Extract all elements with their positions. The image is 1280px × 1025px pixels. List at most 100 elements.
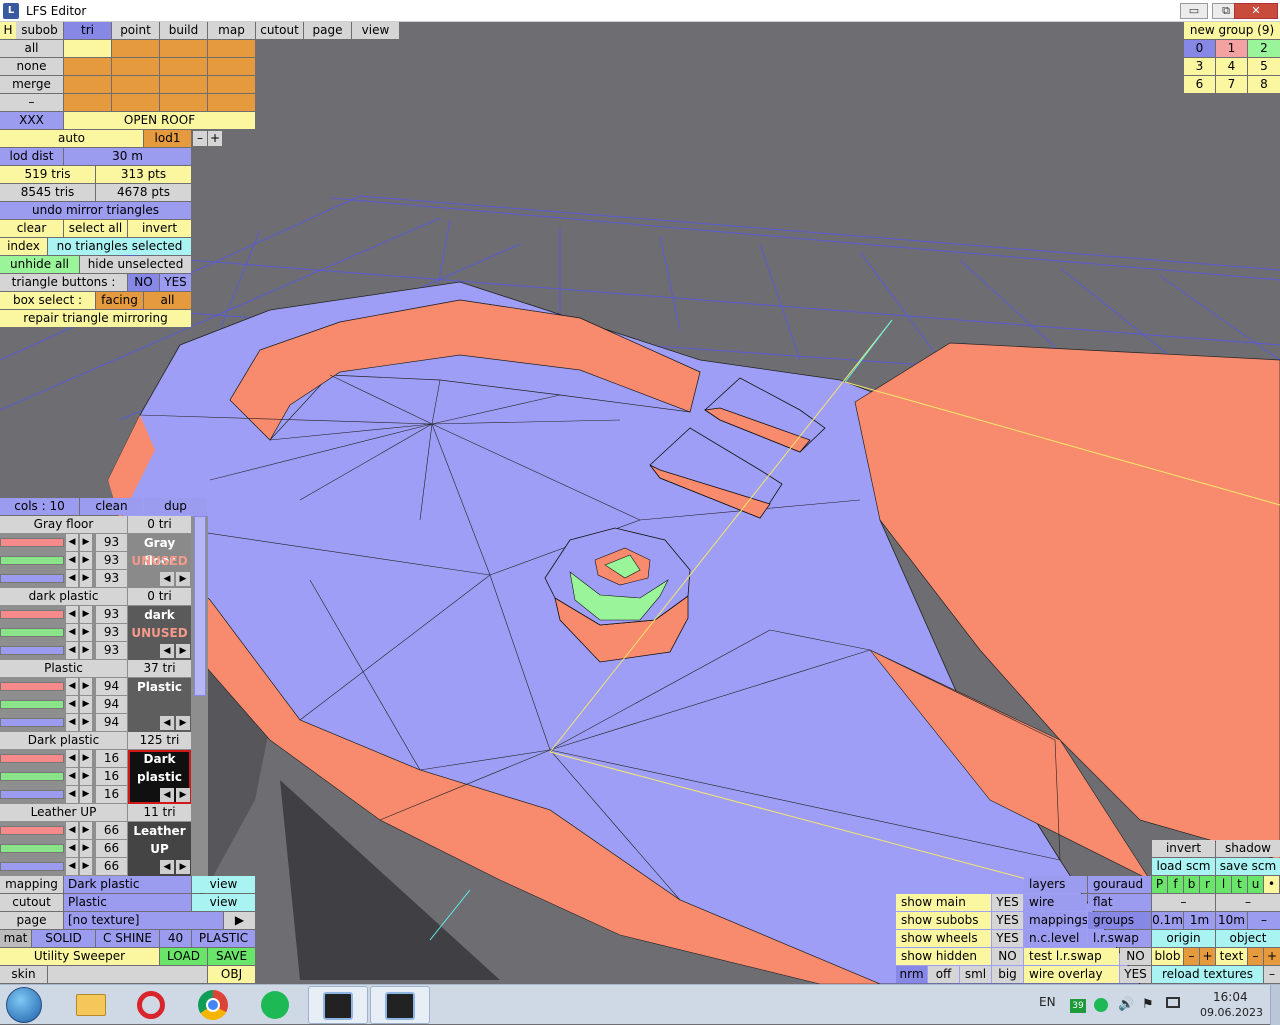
material-name[interactable]: Gray floor [0,516,127,533]
utility-sweeper-name[interactable]: Utility Sweeper [0,948,159,965]
select-all-button[interactable]: select all [64,220,127,237]
arrow-right-icon[interactable]: ▶ [80,858,92,875]
arrow-right-icon[interactable]: ▶ [80,624,92,641]
show-hidden-toggle[interactable]: NO [992,948,1023,965]
lod-minus-button[interactable]: – [193,131,207,146]
group-0[interactable]: 0 [1184,40,1215,57]
arrow-right-icon[interactable]: ▶ [176,644,190,658]
group-cell[interactable] [160,58,207,75]
color-slider[interactable] [0,862,64,871]
undo-mirror-button[interactable]: undo mirror triangles [0,202,191,219]
mat-solid-button[interactable]: SOLID [32,930,95,947]
group-cell[interactable] [64,40,111,57]
reload-minus[interactable]: – [1264,966,1280,983]
lod-plus-button[interactable]: + [208,131,222,146]
view-letter-button[interactable]: b [1184,876,1199,893]
group-cell[interactable] [112,58,159,75]
group-cell[interactable] [64,76,111,93]
arrow-left-icon[interactable]: ◀ [66,570,78,587]
mat-shine-value[interactable]: 40 [160,930,191,947]
arrow-left-icon[interactable]: ◀ [66,696,78,713]
blob-plus[interactable]: + [1200,948,1215,965]
arrow-right-icon[interactable]: ▶ [176,572,190,586]
group-cell[interactable] [64,58,111,75]
color-slider[interactable] [0,610,64,619]
nrm-button[interactable]: nrm [896,966,927,983]
group-cell[interactable] [208,40,255,57]
language-indicator[interactable]: EN [1039,995,1056,1009]
show-wheels-toggle[interactable]: YES [992,930,1023,947]
arrow-left-icon[interactable]: ◀ [66,534,78,551]
arrow-left-icon[interactable]: ◀ [160,716,174,730]
origin-button[interactable]: origin [1152,930,1215,947]
arrow-left-icon[interactable]: ◀ [66,786,78,803]
taskbar-chrome[interactable] [184,986,244,1024]
arrow-right-icon[interactable]: ▶ [80,768,92,785]
color-value[interactable]: 93 [96,624,127,641]
color-value[interactable]: 93 [96,552,127,569]
shadow-button[interactable]: shadow [1216,840,1280,857]
show-main-toggle[interactable]: YES [992,894,1023,911]
menu-tri[interactable]: tri [64,22,111,39]
arrow-left-icon[interactable]: ◀ [66,714,78,731]
menu-build[interactable]: build [160,22,207,39]
group-1[interactable]: 1 [1216,40,1247,57]
arrow-left-icon[interactable]: ◀ [66,858,78,875]
h-button[interactable]: H [0,22,16,39]
group-4[interactable]: 4 [1216,58,1247,75]
arrow-right-icon[interactable]: ▶ [80,642,92,659]
flat-button[interactable]: flat [1088,894,1151,911]
color-value[interactable]: 93 [96,642,127,659]
xxx-button[interactable]: XXX [0,112,63,129]
arrow-right-icon[interactable]: ▶ [80,570,92,587]
wire-overlay-toggle[interactable]: YES [1120,966,1151,983]
invert-selection-button[interactable]: invert [128,220,191,237]
color-slider[interactable] [0,646,64,655]
arrow-right-icon[interactable]: ▶ [80,678,92,695]
open-roof-button[interactable]: OPEN ROOF [64,112,255,129]
new-group-button[interactable]: new group (9) [1184,22,1280,39]
page-value[interactable]: [no texture] [64,912,223,929]
group-3[interactable]: 3 [1184,58,1215,75]
lod-auto[interactable]: auto [0,130,143,147]
page-arrow-button[interactable]: ▶ [224,912,255,929]
text-minus[interactable]: – [1248,948,1263,965]
step-minus[interactable]: – [1248,912,1280,929]
color-value[interactable]: 94 [96,678,127,695]
taskbar-opera[interactable] [122,986,182,1024]
view-letter-button[interactable]: t [1232,876,1247,893]
group-dash[interactable]: – [0,94,63,111]
lod-dist-value[interactable]: 30 m [64,148,191,165]
invert-button[interactable]: invert [1152,840,1215,857]
show-desktop-button[interactable] [1270,985,1280,1025]
tray-badge-icon[interactable]: 39 [1070,999,1086,1013]
group-5[interactable]: 5 [1248,58,1280,75]
nc-level-button[interactable]: n.c.level [1024,930,1087,947]
repair-mirroring-button[interactable]: repair triangle mirroring [0,310,191,327]
cutout-value[interactable]: Plastic [64,894,191,911]
color-value[interactable]: 93 [96,606,127,623]
arrow-left-icon[interactable]: ◀ [160,788,174,802]
arrow-right-icon[interactable]: ▶ [80,714,92,731]
group-all[interactable]: all [0,40,63,57]
group-cell[interactable] [64,94,111,111]
arrow-right-icon[interactable]: ▶ [176,788,190,802]
arrow-left-icon[interactable]: ◀ [66,678,78,695]
save-button[interactable]: SAVE [208,948,255,965]
material-name[interactable]: Leather UP [0,804,127,821]
group-cell[interactable] [112,76,159,93]
color-slider[interactable] [0,628,64,637]
group-cell[interactable] [208,58,255,75]
group-cell[interactable] [160,40,207,57]
color-value[interactable]: 66 [96,858,127,875]
color-slider[interactable] [0,844,64,853]
group-none[interactable]: none [0,58,63,75]
layers-button[interactable]: layers [1024,876,1087,893]
start-button[interactable] [6,987,42,1023]
color-value[interactable]: 16 [96,768,127,785]
blob-minus[interactable]: – [1184,948,1199,965]
step-0-1m[interactable]: 0.1m [1152,912,1183,929]
group-6[interactable]: 6 [1184,76,1215,93]
color-slider[interactable] [0,556,64,565]
color-value[interactable]: 94 [96,696,127,713]
